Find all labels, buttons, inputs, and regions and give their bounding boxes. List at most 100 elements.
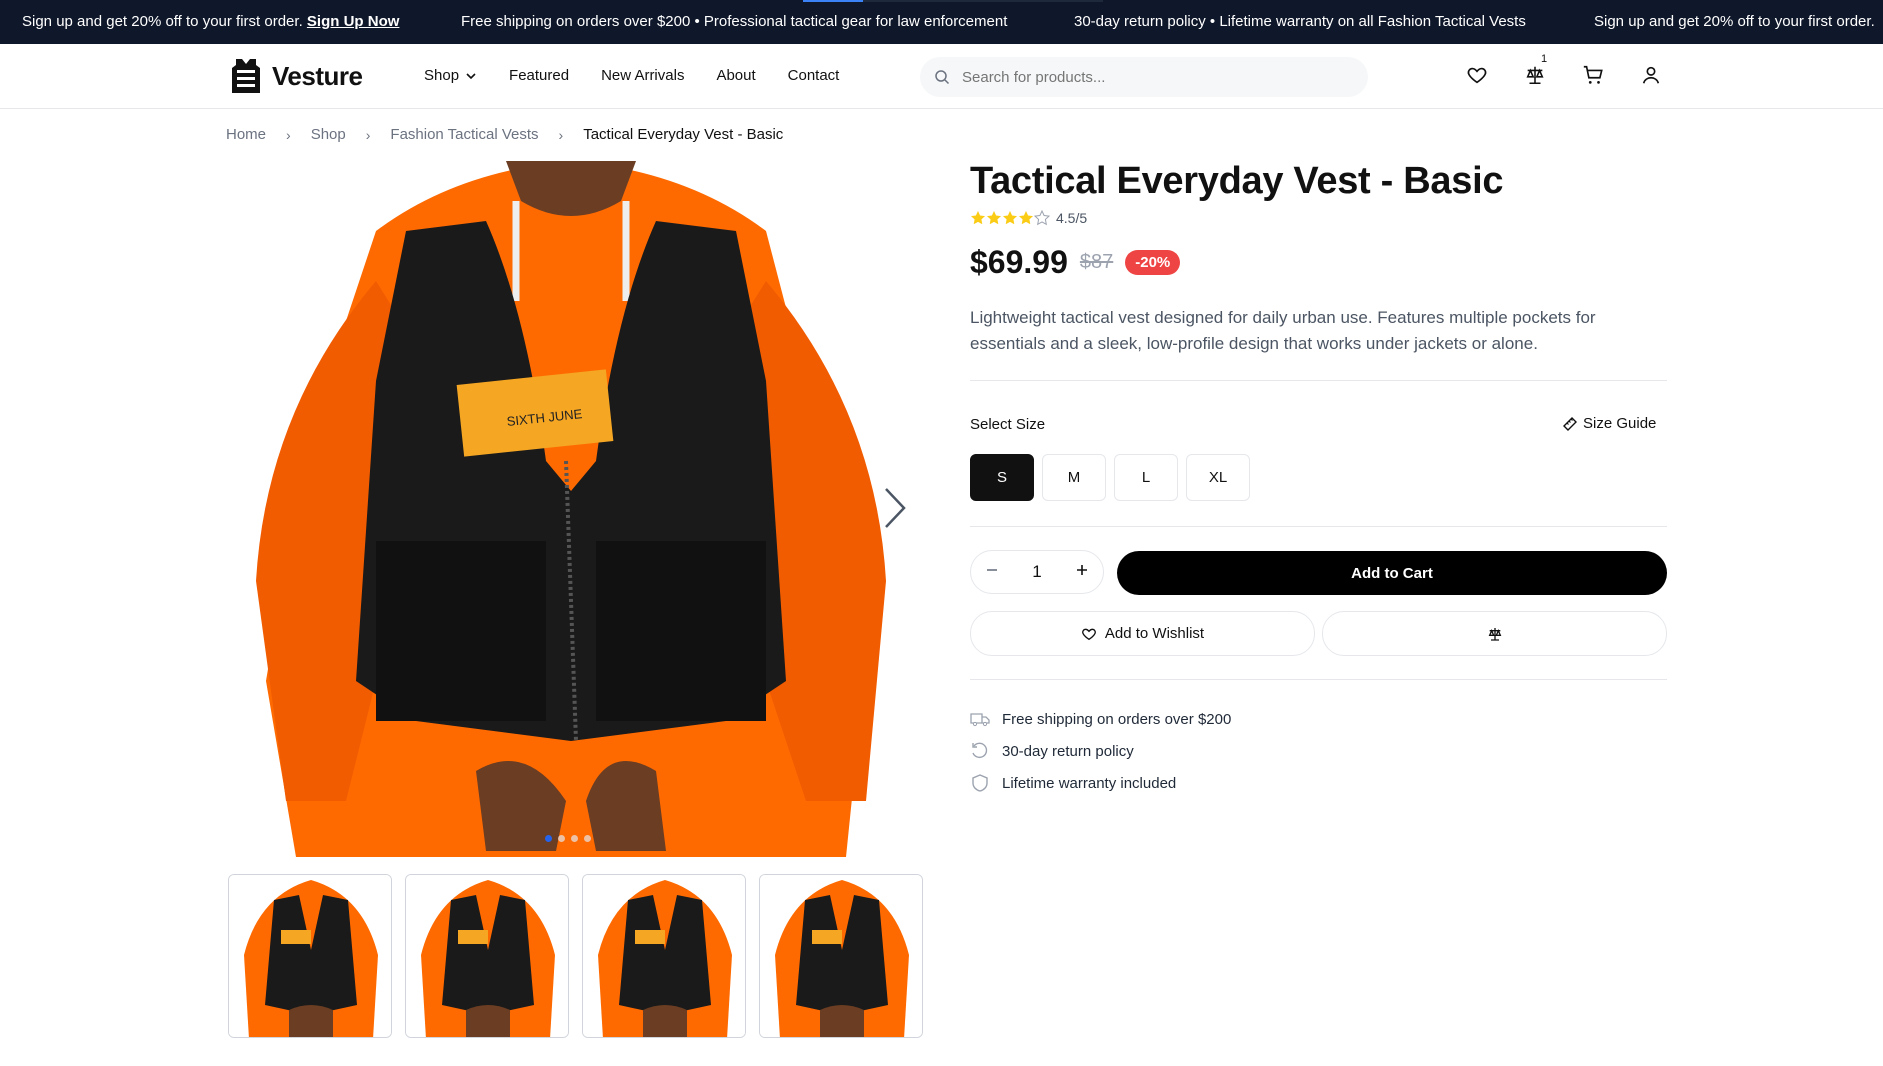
site-header: Vesture Shop Featured New Arrivals About… [0, 44, 1883, 109]
add-to-wishlist-button[interactable]: Add to Wishlist [970, 611, 1315, 656]
chevron-down-icon [466, 72, 476, 79]
select-size-label: Select Size [970, 416, 1046, 433]
return-icon [972, 742, 988, 759]
discount-badge: -20% [1125, 250, 1181, 275]
increase-quantity-button[interactable] [1075, 562, 1089, 582]
minus-icon [987, 569, 997, 571]
feature-returns: 30-day return policy [1002, 742, 1134, 760]
size-guide-label: Size Guide [1583, 415, 1657, 432]
thumbnail-image [229, 875, 391, 1037]
cart-icon [1583, 65, 1603, 84]
heart-icon [1467, 67, 1487, 84]
thumbnail-1[interactable] [228, 874, 392, 1038]
vest-logo-icon [232, 59, 260, 93]
add-to-cart-button[interactable]: Add to Cart [1117, 551, 1667, 595]
current-price: $69.99 [970, 244, 1068, 280]
product-features: Free shipping on orders over $200 30-day… [970, 703, 1231, 799]
chevron-right-icon [885, 488, 906, 528]
feature-item: Lifetime warranty included [970, 767, 1231, 799]
breadcrumb-current: Tactical Everyday Vest - Basic [583, 126, 784, 143]
plus-icon [1077, 565, 1087, 575]
nav-shop-label: Shop [424, 67, 460, 84]
announcement-bar: Sign up and get 20% off to your first or… [0, 0, 1883, 44]
thumbnail-3[interactable] [582, 874, 746, 1038]
thumbnail-image [583, 875, 745, 1037]
nav-shop[interactable]: Shop [424, 67, 477, 84]
size-option-l[interactable]: L [1114, 454, 1178, 501]
pagination-dot[interactable] [571, 835, 578, 842]
account-button[interactable] [1640, 64, 1662, 86]
quantity-stepper: 1 [970, 550, 1104, 594]
search-bar [920, 57, 1368, 97]
chevron-right-icon: › [558, 126, 564, 143]
breadcrumb-shop[interactable]: Shop [311, 126, 346, 143]
announcement-signup-repeat: Sign up and get 20% off to your first or… [1594, 13, 1875, 30]
nav-about[interactable]: About [716, 67, 755, 84]
compare-button[interactable]: 1 [1524, 49, 1554, 86]
price-block: $69.99 $87 -20% [970, 244, 1181, 281]
divider [970, 526, 1667, 527]
header-actions: 1 [1466, 49, 1662, 86]
scale-icon [1488, 627, 1501, 641]
size-options: S M L XL [970, 454, 1250, 501]
feature-item: Free shipping on orders over $200 [970, 703, 1231, 735]
thumbnail-image [760, 875, 922, 1037]
product-photo: SIXTH JUNE [226, 161, 916, 857]
wishlist-button[interactable] [1466, 64, 1488, 86]
quantity-value[interactable]: 1 [1032, 562, 1041, 582]
nav-contact[interactable]: Contact [788, 67, 840, 84]
product-description: Lightweight tactical vest designed for d… [970, 308, 1596, 353]
shield-icon [972, 774, 988, 792]
product-main-image[interactable]: SIXTH JUNE [226, 161, 916, 857]
pagination-dot-active[interactable] [545, 835, 552, 842]
size-option-xl[interactable]: XL [1186, 454, 1250, 501]
announcement-shipping: Free shipping on orders over $200 • Prof… [461, 13, 1008, 30]
announcement-signup: Sign up and get 20% off to your first or… [22, 13, 399, 30]
image-pagination [545, 835, 591, 842]
user-icon [1642, 66, 1660, 84]
main-nav: Shop Featured New Arrivals About Contact [424, 67, 839, 84]
feature-warranty: Lifetime warranty included [1002, 774, 1177, 792]
pagination-dot[interactable] [584, 835, 591, 842]
rating-text: 4.5/5 [1056, 210, 1088, 226]
cart-button[interactable] [1582, 64, 1604, 86]
size-guide-link[interactable]: Size Guide [1562, 415, 1656, 432]
announcement-text: Sign up and get 20% off to your first or… [22, 13, 303, 30]
truck-icon [970, 713, 990, 727]
thumbnail-strip [228, 874, 923, 1038]
pagination-dot[interactable] [558, 835, 565, 842]
ruler-icon [1563, 416, 1577, 431]
breadcrumb: Home › Shop › Fashion Tactical Vests › T… [226, 126, 783, 143]
star-rating-icon [971, 210, 1051, 226]
product-rating: 4.5/5 [970, 210, 1087, 226]
brand-logo[interactable]: Vesture [228, 56, 363, 96]
original-price: $87 [1079, 251, 1114, 273]
breadcrumb-home[interactable]: Home [226, 126, 266, 143]
compare-count-badge: 1 [1534, 49, 1554, 69]
thumbnail-2[interactable] [405, 874, 569, 1038]
size-option-m[interactable]: M [1042, 454, 1106, 501]
size-option-s[interactable]: S [970, 454, 1034, 501]
announcement-progress [803, 0, 1103, 2]
divider [970, 380, 1667, 381]
signup-link[interactable]: Sign Up Now [307, 13, 400, 30]
search-input[interactable] [962, 68, 1342, 86]
announcement-returns: 30-day return policy • Lifetime warranty… [1074, 13, 1526, 30]
thumbnail-4[interactable] [759, 874, 923, 1038]
chevron-right-icon: › [286, 126, 291, 143]
nav-featured[interactable]: Featured [509, 67, 569, 84]
product-title: Tactical Everyday Vest - Basic [970, 160, 1504, 202]
chevron-right-icon: › [365, 126, 371, 143]
divider [970, 679, 1667, 680]
breadcrumb-category[interactable]: Fashion Tactical Vests [390, 126, 538, 143]
search-icon [935, 70, 950, 85]
feature-item: 30-day return policy [970, 735, 1231, 767]
thumbnail-image [406, 875, 568, 1037]
next-image-arrow[interactable] [880, 485, 910, 536]
heart-icon [1081, 628, 1096, 640]
nav-new-arrivals[interactable]: New Arrivals [601, 67, 684, 84]
add-to-wishlist-label: Add to Wishlist [1104, 625, 1205, 642]
decrease-quantity-button[interactable] [985, 562, 999, 582]
compare-product-button[interactable] [1322, 611, 1667, 656]
feature-shipping: Free shipping on orders over $200 [1002, 710, 1232, 728]
